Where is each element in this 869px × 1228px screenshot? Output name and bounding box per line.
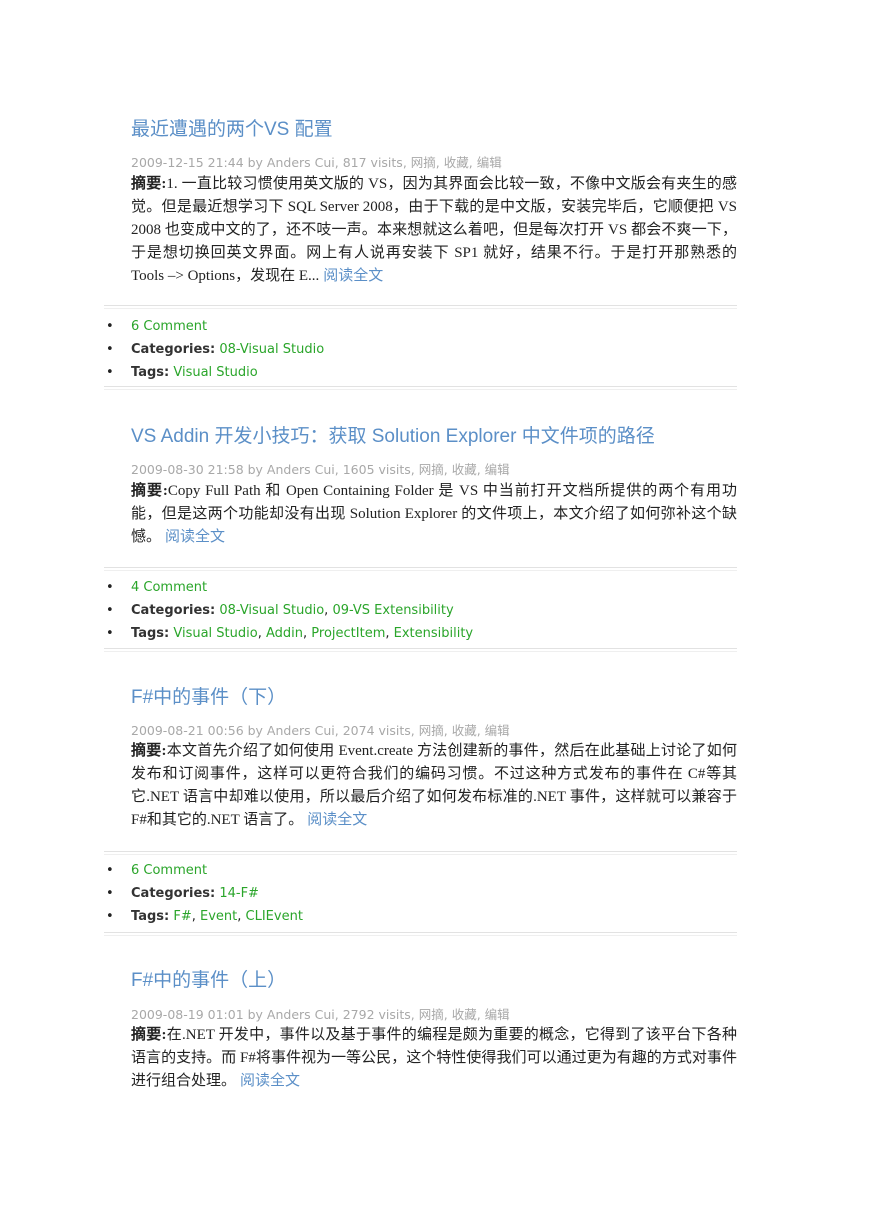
post-summary: 摘要:Copy Full Path 和 Open Containing Fold… (131, 480, 737, 549)
footer-comments: • 6 Comment (0, 859, 869, 882)
summary-text: 1. 一直比较习惯使用英文版的 VS，因为其界面会比较一致，不像中文版会有夹生的… (131, 176, 737, 284)
post-summary: 摘要:在.NET 开发中，事件以及基于事件的编程是颇为重要的概念，它得到了该平台… (131, 1024, 737, 1093)
bookmark-action[interactable]: 网摘 (411, 155, 436, 170)
read-more-link[interactable]: 阅读全文 (240, 1073, 300, 1089)
footer-categories: • Categories: 14-F# (0, 882, 869, 905)
post-summary: 摘要:1. 一直比较习惯使用英文版的 VS，因为其界面会比较一致，不像中文版会有… (131, 173, 737, 288)
bullet-icon: • (106, 319, 114, 334)
tag-link[interactable]: Visual Studio (173, 626, 257, 641)
post-summary: 摘要:本文首先介绍了如何使用 Event.create 方法创建新的事件，然后在… (131, 740, 737, 832)
footer-tags: • Tags: F#, Event, CLIEvent (0, 905, 869, 928)
category-link[interactable]: 14-F# (219, 886, 259, 901)
post-title[interactable]: F#中的事件（上） (131, 965, 286, 992)
tag-link[interactable]: Addin (266, 626, 303, 641)
category-link[interactable]: 09-VS Extensibility (332, 603, 453, 618)
footer-categories: • Categories: 08-Visual Studio (0, 338, 869, 361)
categories-label: Categories: (131, 342, 216, 357)
footer-comments: • 4 Comment (0, 576, 869, 599)
favorite-action[interactable]: 收藏 (452, 723, 477, 738)
tag-link[interactable]: Event (200, 909, 237, 924)
post-meta: 2009-08-30 21:58 by Anders Cui, 1605 vis… (131, 462, 510, 477)
post-meta-info: 2009-08-21 00:56 by Anders Cui, 2074 vis… (131, 723, 419, 738)
post-meta-info: 2009-08-19 01:01 by Anders Cui, 2792 vis… (131, 1007, 419, 1022)
summary-text: 本文首先介绍了如何使用 Event.create 方法创建新的事件，然后在此基础… (131, 743, 737, 828)
summary-label: 摘要: (131, 483, 168, 499)
post-meta: 2009-08-19 01:01 by Anders Cui, 2792 vis… (131, 1007, 510, 1022)
bullet-icon: • (106, 909, 114, 924)
bookmark-action[interactable]: 网摘 (419, 462, 444, 477)
tags-label: Tags: (131, 626, 170, 641)
edit-action[interactable]: 编辑 (485, 1007, 510, 1022)
divider (104, 567, 737, 571)
divider (104, 932, 737, 936)
category-link[interactable]: 08-Visual Studio (219, 603, 324, 618)
post-footer: • 4 Comment • Categories: 08-Visual Studio… (0, 576, 869, 645)
tag-link[interactable]: CLIEvent (246, 909, 303, 924)
edit-action[interactable]: 编辑 (485, 723, 510, 738)
footer-comments: • 6 Comment (0, 315, 869, 338)
summary-text: 在.NET 开发中，事件以及基于事件的编程是颇为重要的概念，它得到了该平台下各种… (131, 1027, 738, 1089)
divider (104, 851, 737, 855)
bullet-icon: • (106, 603, 114, 618)
post-title[interactable]: 最近遭遇的两个VS 配置 (131, 114, 333, 141)
tag-link[interactable]: Extensibility (394, 626, 474, 641)
tag-link[interactable]: ProjectItem (311, 626, 385, 641)
tag-link[interactable]: Visual Studio (173, 365, 257, 380)
footer-tags: • Tags: Visual Studio (0, 361, 869, 384)
post-title[interactable]: VS Addin 开发小技巧：获取 Solution Explorer 中文件项… (131, 421, 655, 448)
post-footer: • 6 Comment • Categories: 14-F# • Tags: F#,… (0, 859, 869, 928)
tag-link[interactable]: F# (173, 909, 191, 924)
edit-action[interactable]: 编辑 (477, 155, 502, 170)
favorite-action[interactable]: 收藏 (444, 155, 469, 170)
tags-label: Tags: (131, 909, 170, 924)
read-more-link[interactable]: 阅读全文 (307, 812, 367, 828)
post-meta: 2009-08-21 00:56 by Anders Cui, 2074 vis… (131, 723, 510, 738)
category-link[interactable]: 08-Visual Studio (219, 342, 324, 357)
edit-action[interactable]: 编辑 (485, 462, 510, 477)
favorite-action[interactable]: 收藏 (452, 462, 477, 477)
bullet-icon: • (106, 342, 114, 357)
comments-link[interactable]: 4 Comment (131, 580, 207, 595)
summary-label: 摘要: (131, 743, 167, 759)
read-more-link[interactable]: 阅读全文 (165, 529, 225, 545)
favorite-action[interactable]: 收藏 (452, 1007, 477, 1022)
divider (104, 305, 737, 309)
bullet-icon: • (106, 365, 114, 380)
bullet-icon: • (106, 580, 114, 595)
summary-label: 摘要: (131, 1027, 167, 1043)
bullet-icon: • (106, 626, 114, 641)
divider (104, 386, 737, 390)
footer-categories: • Categories: 08-Visual Studio, 09-VS Ext… (0, 599, 869, 622)
bookmark-action[interactable]: 网摘 (419, 723, 444, 738)
post-meta-info: 2009-08-30 21:58 by Anders Cui, 1605 vis… (131, 462, 419, 477)
post-footer: • 6 Comment • Categories: 08-Visual Studio… (0, 315, 869, 384)
tags-label: Tags: (131, 365, 170, 380)
bullet-icon: • (106, 886, 114, 901)
footer-tags: • Tags: Visual Studio, Addin, ProjectItem… (0, 622, 869, 645)
post-title[interactable]: F#中的事件（下） (131, 682, 286, 709)
read-more-link[interactable]: 阅读全文 (323, 268, 383, 284)
bullet-icon: • (106, 863, 114, 878)
bookmark-action[interactable]: 网摘 (419, 1007, 444, 1022)
divider (104, 648, 737, 652)
post-meta-info: 2009-12-15 21:44 by Anders Cui, 817 visi… (131, 155, 411, 170)
categories-label: Categories: (131, 603, 216, 618)
summary-label: 摘要: (131, 176, 167, 192)
comments-link[interactable]: 6 Comment (131, 863, 207, 878)
categories-label: Categories: (131, 886, 216, 901)
post-meta: 2009-12-15 21:44 by Anders Cui, 817 visi… (131, 155, 502, 170)
comments-link[interactable]: 6 Comment (131, 319, 207, 334)
